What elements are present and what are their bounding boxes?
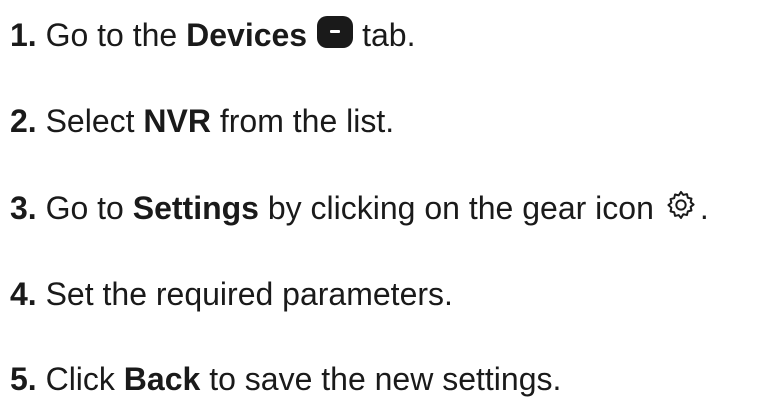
- step-text: Select: [45, 103, 135, 139]
- step-text-after: from the list.: [219, 103, 395, 139]
- gear-icon: [664, 188, 698, 222]
- step-number: 1.: [10, 17, 37, 53]
- step-5: 5. Click Back to save the new settings.: [10, 356, 561, 402]
- step-text: Go to: [45, 190, 124, 226]
- step-keyword: NVR: [143, 103, 211, 139]
- step-2: 2. Select NVR from the list.: [10, 98, 394, 144]
- step-number: 3.: [10, 190, 37, 226]
- step-text-after: to save the new settings.: [209, 361, 562, 397]
- step-4: 4. Set the required parameters.: [10, 271, 453, 317]
- devices-icon: [317, 16, 354, 48]
- step-keyword: Devices: [186, 17, 308, 53]
- step-text: Go to the: [45, 17, 178, 53]
- step-number: 4.: [10, 276, 37, 312]
- step-3: 3. Go to Settings by clicking on the gea…: [10, 185, 709, 231]
- step-text: Set the required parameters.: [45, 276, 453, 312]
- step-text: Click: [45, 361, 115, 397]
- step-tail: .: [699, 190, 709, 226]
- step-text-after: by clicking on the gear icon: [267, 190, 654, 226]
- step-number: 5.: [10, 361, 37, 397]
- step-text-after: tab.: [362, 17, 416, 53]
- step-keyword: Settings: [132, 190, 259, 226]
- step-keyword: Back: [123, 361, 201, 397]
- step-number: 2.: [10, 103, 37, 139]
- step-1: 1. Go to the Devices tab.: [10, 12, 415, 58]
